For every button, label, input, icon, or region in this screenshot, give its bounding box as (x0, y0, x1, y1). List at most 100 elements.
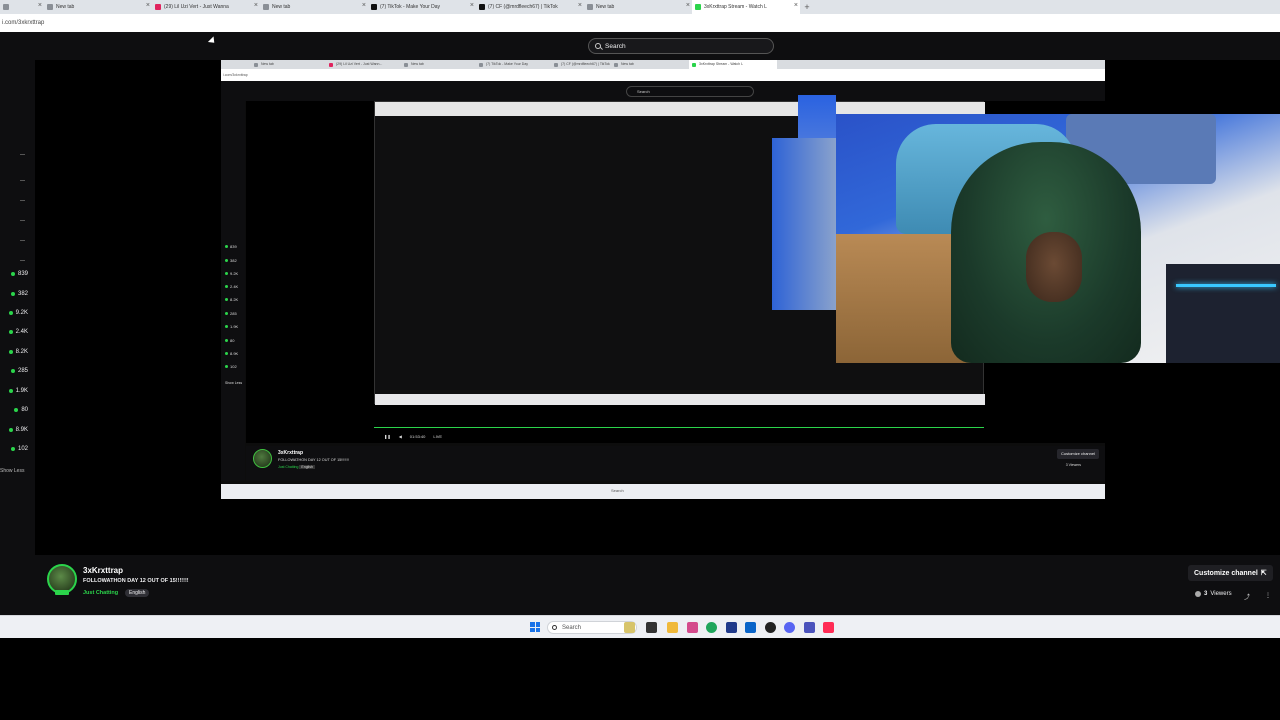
tab-close-icon[interactable]: × (470, 2, 474, 9)
live-dot-icon (10, 272, 15, 276)
sidebar-channel[interactable]: 2.4K (0, 326, 35, 338)
sidebar-channel[interactable]: 285 (0, 365, 35, 377)
capture-stream-title: FOLLOWATHON DAY 12 OUT OF 15!!!!!!! (278, 458, 349, 462)
tab-close-icon[interactable]: × (686, 2, 690, 9)
sidebar-divider (20, 180, 25, 181)
browser-tab[interactable]: New tab × (584, 0, 692, 14)
sidebar-channel[interactable]: 102 (0, 443, 35, 455)
sidebar-channel[interactable]: 839 (0, 268, 35, 280)
url-text: i.com/3xkrxttrap (2, 20, 45, 26)
sidebar-channel[interactable]: 80 (0, 404, 35, 416)
sidebar-divider (20, 260, 25, 261)
taskbar-app-icon[interactable] (687, 622, 698, 633)
capture-tab-label: (29) Lil Uzi Vert - Just Wann... (336, 62, 383, 66)
search-input[interactable]: Search (588, 38, 774, 54)
discord-icon[interactable] (784, 622, 795, 633)
sidebar-channel[interactable]: 382 (0, 288, 35, 300)
tab-label: New tab (596, 4, 615, 10)
tab-close-icon[interactable]: × (254, 2, 258, 9)
taskbar-app-icon[interactable] (624, 622, 635, 633)
tiktok-icon[interactable] (823, 622, 834, 633)
new-tab-button[interactable]: + (800, 2, 814, 12)
channel-name[interactable]: 3xKrxttrap (83, 566, 123, 575)
channel-info-bar: 3xKrxttrap FOLLOWATHON DAY 12 OUT OF 15!… (35, 555, 1280, 615)
volume-icon: ◀ (398, 434, 402, 439)
live-dot-icon (8, 311, 13, 315)
tab-close-icon[interactable]: × (146, 2, 150, 9)
live-dot-icon (225, 259, 228, 262)
taskbar-app-icon[interactable] (765, 622, 776, 633)
viewer-count: 2.4K (15, 329, 28, 335)
tab-favicon-icon (47, 4, 53, 10)
tab-label: New tab (56, 4, 75, 10)
viewer-count: 8.2K (15, 349, 28, 355)
tiktok-favicon-icon (371, 4, 377, 10)
capture-top-nav: Search (221, 81, 1105, 101)
tab-favicon-icon (554, 63, 558, 67)
language-tag[interactable]: English (125, 589, 150, 597)
live-dot-icon (14, 408, 19, 412)
show-less-link[interactable]: Show Less (0, 468, 24, 474)
live-dot-icon (10, 369, 15, 373)
customize-channel-button[interactable]: Customize channel ⇱ (1188, 565, 1273, 581)
windows-start-icon[interactable] (530, 622, 540, 632)
capture-tab-label: New tab (261, 62, 274, 66)
browser-tab[interactable]: (7) TikTok - Make Your Day × (368, 0, 476, 14)
viewer-count: 80 (21, 407, 28, 413)
browser-tab[interactable]: × (0, 0, 44, 14)
tab-close-icon[interactable]: × (38, 2, 42, 9)
letterbox-bottom (0, 638, 1280, 720)
search-placeholder: Search (605, 42, 626, 50)
capture-controls: ❚❚ ◀ 01:53:40 LIVE (384, 434, 442, 439)
browser-tab-active[interactable]: 3xKrxttrap Stream - Watch L × (692, 0, 800, 14)
capture-category: Just Chatting English (278, 465, 315, 469)
tab-close-icon[interactable]: × (578, 2, 582, 9)
stream-category[interactable]: Just Chatting (83, 590, 118, 596)
browser-tab[interactable]: New tab × (44, 0, 152, 14)
browser-tab[interactable]: New tab × (260, 0, 368, 14)
browser-tab[interactable]: (7) CF (@mrdfleech67) | TikTok × (476, 0, 584, 14)
more-options-icon[interactable]: ⋮ (1265, 592, 1271, 599)
file-explorer-icon[interactable] (667, 622, 678, 633)
share-icon[interactable]: ⤴ (1244, 592, 1251, 601)
sidebar-channel[interactable]: 8.9K (0, 424, 35, 436)
edge-browser-icon[interactable] (706, 622, 717, 633)
capture-viewer-count: 1.9K (230, 324, 239, 329)
outlook-icon[interactable] (745, 622, 756, 633)
capture-viewer-count: 285 (230, 311, 237, 316)
taskbar-app-icon[interactable] (646, 622, 657, 633)
address-bar[interactable]: i.com/3xkrxttrap (0, 14, 1280, 32)
capture-language-tag: English (299, 465, 315, 469)
viewer-count: 1.9K (15, 388, 28, 394)
video-player[interactable]: New tab (29) Lil Uzi Vert - Just Wann...… (35, 60, 1280, 555)
sidebar-channel[interactable]: 1.9K (0, 385, 35, 397)
teams-icon[interactable] (804, 622, 815, 633)
browser-tab[interactable]: (29) Lil Uzi Vert - Just Wanna × (152, 0, 260, 14)
sidebar-channel[interactable]: 9.2K (0, 307, 35, 319)
capture-viewer-count: 102 (230, 364, 237, 369)
viewer-count: 285 (17, 368, 28, 374)
live-dot-icon (8, 389, 13, 393)
tab-close-icon[interactable]: × (794, 2, 798, 9)
taskbar-app-icon[interactable] (726, 622, 737, 633)
capture-sidebar-row: 80 (225, 338, 234, 343)
webcam-overlay-slice (772, 138, 836, 310)
tiktok-favicon-icon (479, 4, 485, 10)
viewer-count: 102 (17, 446, 28, 452)
capture-search: Search (626, 86, 754, 97)
capture-viewer-count: 8.9K (230, 351, 239, 356)
capture-live-label: LIVE (433, 434, 443, 439)
youtube-favicon-icon (155, 4, 161, 10)
screen: × New tab × (29) Lil Uzi Vert - Just Wan… (0, 0, 1280, 720)
capture-viewer-count: 382 (230, 258, 237, 263)
webcam-desk (1166, 264, 1280, 363)
top-nav: Search (0, 32, 1280, 60)
viewer-count: 8.9K (15, 427, 28, 433)
sidebar-channel[interactable]: 8.2K (0, 346, 35, 358)
kick-favicon-icon (695, 4, 701, 10)
tab-close-icon[interactable]: × (362, 2, 366, 9)
kick-favicon-icon (692, 63, 696, 67)
capture-show-less: Show Less (225, 381, 243, 385)
live-dot-icon (225, 285, 228, 288)
viewer-count-display: 3 Viewers (1195, 591, 1232, 597)
